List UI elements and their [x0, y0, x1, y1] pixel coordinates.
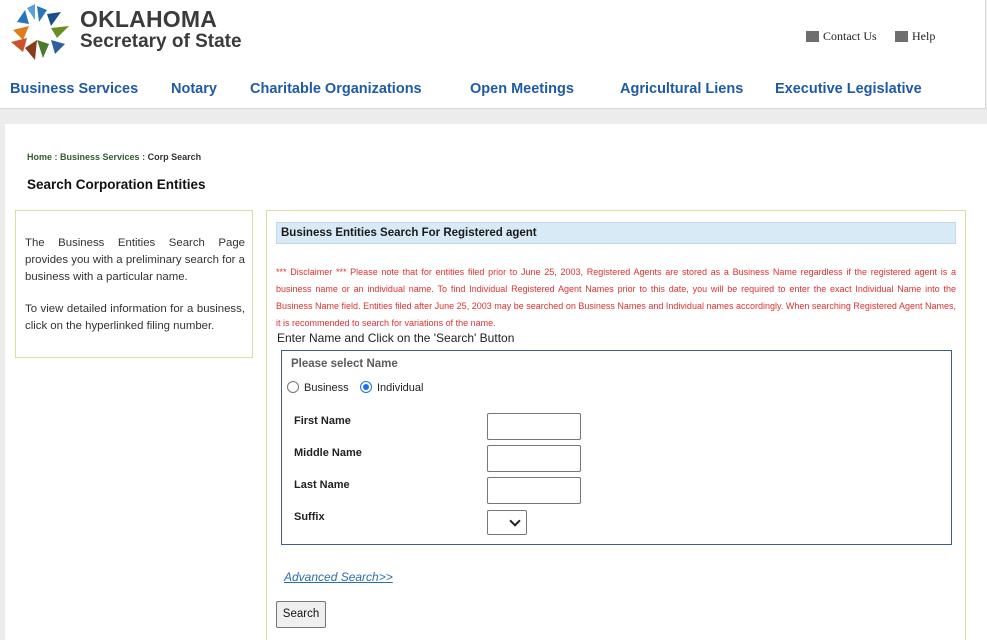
section-heading: Business Entities Search For Registered …	[276, 222, 956, 244]
business-radio[interactable]	[287, 381, 299, 393]
first-name-label: First Name	[294, 415, 351, 427]
middle-name-input[interactable]	[487, 445, 581, 472]
breadcrumb-business-services[interactable]: Business Services	[60, 152, 140, 162]
first-name-input[interactable]	[487, 413, 581, 440]
middle-name-label: Middle Name	[294, 447, 362, 459]
breadcrumb: Home : Business Services : Corp Search	[27, 152, 201, 162]
nav-charitable-organizations[interactable]: Charitable Organizations	[250, 81, 422, 97]
suffix-select[interactable]	[487, 510, 527, 535]
nav-business-services[interactable]: Business Services	[10, 81, 138, 97]
sidebar-info-box: The Business Entities Search Page provid…	[15, 210, 253, 358]
logo-subtitle[interactable]: Secretary of State	[80, 31, 242, 53]
nav-notary[interactable]: Notary	[171, 81, 217, 97]
instruction-text: Enter Name and Click on the 'Search' But…	[277, 331, 515, 345]
breadcrumb-current: Corp Search	[147, 152, 202, 162]
business-radio-label[interactable]: Business	[304, 382, 349, 394]
chevron-down-icon	[509, 515, 521, 527]
page-title: Search Corporation Entities	[27, 177, 206, 192]
individual-radio[interactable]	[360, 381, 372, 393]
search-button[interactable]: Search	[276, 601, 326, 628]
nav-executive-legislative[interactable]: Executive Legislative	[775, 81, 922, 97]
mail-icon	[895, 31, 908, 42]
breadcrumb-separator: :	[139, 152, 148, 162]
breadcrumb-separator: :	[52, 152, 61, 162]
contact-icon	[806, 31, 819, 42]
nav-open-meetings[interactable]: Open Meetings	[470, 81, 574, 97]
disclaimer-text: *** Disclaimer *** Please note that for …	[276, 267, 956, 328]
last-name-label: Last Name	[294, 479, 350, 491]
name-fieldset	[281, 350, 952, 545]
nav-agricultural-liens[interactable]: Agricultural Liens	[620, 81, 743, 97]
suffix-label: Suffix	[294, 511, 325, 523]
logo-title[interactable]: OKLAHOMA	[80, 6, 217, 33]
sidebar-paragraph-1: The Business Entities Search Page provid…	[25, 237, 245, 283]
help-label: Help	[912, 29, 936, 43]
contact-us-label: Contact Us	[823, 29, 877, 43]
site-header: OKLAHOMA Secretary of State Contact Us H…	[0, 0, 986, 109]
sidebar-paragraph-2: To view detailed information for a busin…	[25, 303, 245, 332]
fieldset-legend: Please select Name	[291, 358, 398, 370]
breadcrumb-home[interactable]: Home	[27, 152, 52, 162]
individual-radio-label[interactable]: Individual	[377, 382, 423, 394]
oklahoma-logo-icon[interactable]	[11, 4, 71, 62]
advanced-search-link[interactable]: Advanced Search>>	[284, 570, 393, 584]
contact-us-link[interactable]: Contact Us	[806, 29, 877, 44]
help-link[interactable]: Help	[895, 29, 935, 44]
last-name-input[interactable]	[487, 477, 581, 504]
